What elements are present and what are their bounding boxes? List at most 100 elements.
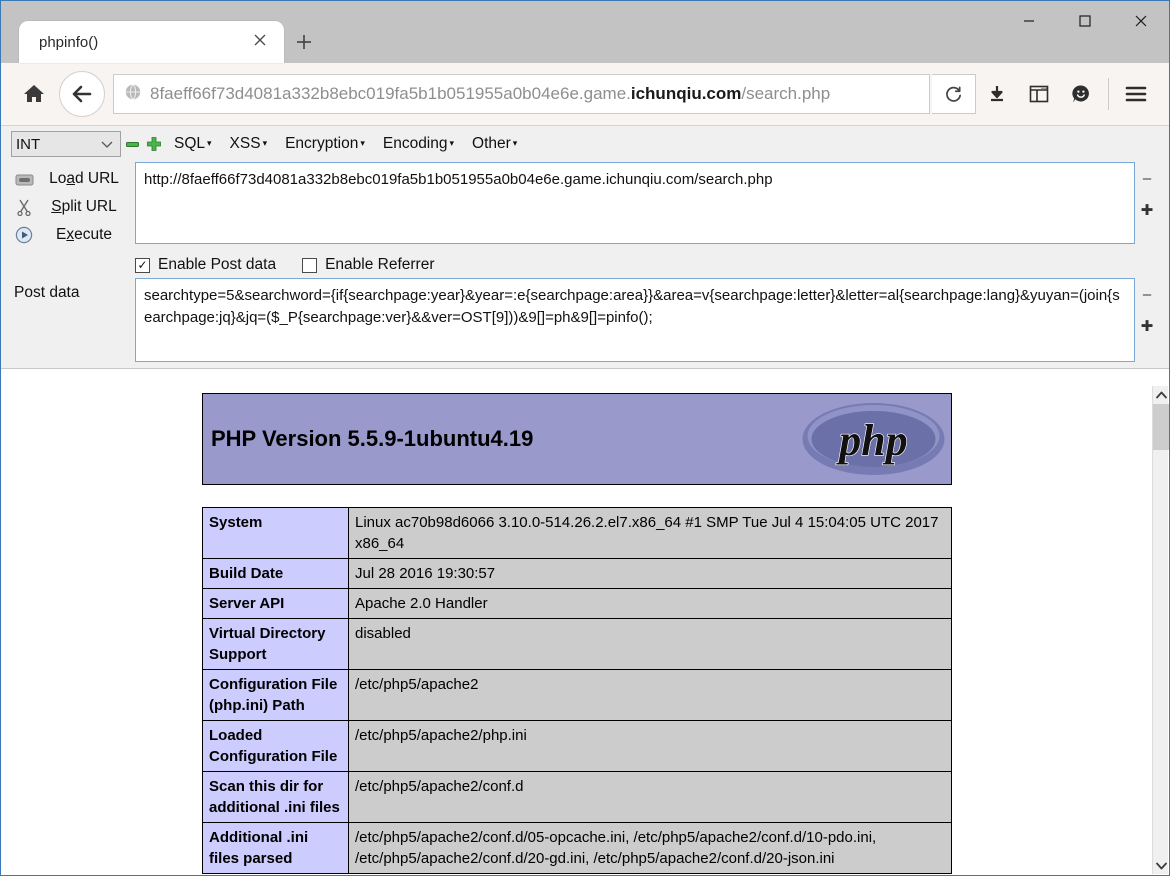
close-icon[interactable]	[250, 32, 270, 52]
menu-xss-label: XSS	[230, 135, 261, 152]
tab-title: phpinfo()	[19, 34, 98, 51]
row-key: System	[203, 508, 349, 559]
menu-encryption-label: Encryption	[285, 135, 358, 152]
scroll-up-icon[interactable]	[1153, 386, 1169, 403]
load-url-icon	[11, 172, 37, 187]
table-row: Additional .ini files parsed /etc/php5/a…	[203, 823, 952, 874]
table-row: Configuration File (php.ini) Path /etc/p…	[203, 670, 952, 721]
remove-tab-button[interactable]	[121, 131, 143, 157]
checkbox-box[interactable]	[302, 258, 317, 273]
post-data-textarea[interactable]: searchtype=5&searchword={if{searchpage:y…	[135, 278, 1135, 362]
post-shrink-button[interactable]: –	[1143, 290, 1151, 300]
chevron-down-icon	[101, 136, 113, 153]
navigation-toolbar: 8faeff66f73d4081a332b8ebc019fa5b1b051955…	[1, 63, 1169, 126]
url-prefix: 8faeff66f73d4081a332b8ebc019fa5b1b051955…	[150, 84, 631, 103]
php-logo-icon: php	[801, 401, 946, 477]
url-path: /search.php	[741, 84, 830, 103]
table-row: Scan this dir for additional .ini files …	[203, 772, 952, 823]
back-arrow-icon[interactable]	[59, 71, 105, 117]
php-logo-text: php	[835, 416, 907, 465]
page-content: PHP Version 5.5.9-1ubuntu4.19 php System…	[2, 386, 1152, 874]
close-window-button[interactable]	[1113, 1, 1169, 41]
row-value: disabled	[349, 619, 952, 670]
row-value: /etc/php5/apache2/php.ini	[349, 721, 952, 772]
url-bar[interactable]: 8faeff66f73d4081a332b8ebc019fa5b1b051955…	[113, 74, 930, 114]
row-value: /etc/php5/apache2	[349, 670, 952, 721]
menu-encoding[interactable]: Encoding▾	[374, 135, 463, 153]
scrollbar-thumb[interactable]	[1153, 404, 1169, 450]
download-icon[interactable]	[976, 73, 1018, 115]
tab-strip: phpinfo()	[1, 1, 324, 63]
scroll-down-icon[interactable]	[1153, 857, 1169, 874]
window-controls	[1001, 1, 1169, 41]
table-row: Build Date Jul 28 2016 19:30:57	[203, 559, 952, 589]
reader-view-icon[interactable]	[1018, 73, 1060, 115]
phpinfo-header: PHP Version 5.5.9-1ubuntu4.19 php	[202, 393, 952, 485]
execute-play-icon	[11, 226, 37, 244]
menu-sql[interactable]: SQL▾	[165, 135, 221, 153]
table-row: Loaded Configuration File /etc/php5/apac…	[203, 721, 952, 772]
hackbar-actions: Load URL Split URL Execute	[11, 162, 135, 249]
caret-down-icon: ▾	[513, 138, 518, 148]
hackbar-menu-row: INT SQL▾ XSS▾ Encryption▾ Encoding▾ Othe…	[1, 126, 1169, 162]
url-grow-button[interactable]: ✚	[1141, 206, 1154, 216]
enable-referrer-checkbox[interactable]: Enable Referrer	[302, 256, 434, 274]
checkbox-box[interactable]: ✓	[135, 258, 150, 273]
smiley-feedback-icon[interactable]	[1060, 73, 1102, 115]
table-row: System Linux ac70b98d6066 3.10.0-514.26.…	[203, 508, 952, 559]
menu-sql-label: SQL	[174, 135, 205, 152]
row-value: Linux ac70b98d6066 3.10.0-514.26.2.el7.x…	[349, 508, 952, 559]
caret-down-icon: ▾	[263, 138, 268, 148]
table-row: Server API Apache 2.0 Handler	[203, 589, 952, 619]
split-url-label: Split URL	[37, 198, 135, 216]
menu-encryption[interactable]: Encryption▾	[276, 135, 374, 153]
url-host: ichunqiu.com	[631, 84, 742, 103]
row-value: Apache 2.0 Handler	[349, 589, 952, 619]
row-key: Configuration File (php.ini) Path	[203, 670, 349, 721]
row-key: Additional .ini files parsed	[203, 823, 349, 874]
execute-button[interactable]: Execute	[11, 221, 135, 249]
type-select-value: INT	[16, 136, 40, 153]
phpinfo-container: PHP Version 5.5.9-1ubuntu4.19 php System…	[202, 393, 952, 874]
row-key: Loaded Configuration File	[203, 721, 349, 772]
row-value: /etc/php5/apache2/conf.d	[349, 772, 952, 823]
row-key: Scan this dir for additional .ini files	[203, 772, 349, 823]
url-shrink-button[interactable]: –	[1143, 174, 1151, 184]
menu-encoding-label: Encoding	[383, 135, 448, 152]
reload-icon[interactable]	[932, 74, 976, 114]
browser-window: phpinfo()	[0, 0, 1170, 876]
new-tab-button[interactable]	[284, 21, 324, 63]
load-url-button[interactable]: Load URL	[11, 165, 135, 193]
menu-other-label: Other	[472, 135, 511, 152]
post-grow-button[interactable]: ✚	[1141, 322, 1154, 332]
execute-label: Execute	[37, 226, 135, 244]
url-resize-controls: – ✚	[1135, 162, 1159, 216]
menu-other[interactable]: Other▾	[463, 135, 526, 153]
hamburger-menu-icon[interactable]	[1115, 73, 1157, 115]
load-url-label: Load URL	[37, 170, 135, 188]
menu-xss[interactable]: XSS▾	[221, 135, 277, 153]
split-url-scissors-icon	[11, 199, 37, 216]
hackbar-post-row: Post data searchtype=5&searchword={if{se…	[1, 278, 1169, 362]
page-scrollbar[interactable]	[1152, 386, 1168, 874]
home-icon[interactable]	[13, 73, 55, 115]
phpinfo-table: System Linux ac70b98d6066 3.10.0-514.26.…	[202, 507, 952, 874]
row-value: /etc/php5/apache2/conf.d/05-opcache.ini,…	[349, 823, 952, 874]
split-url-button[interactable]: Split URL	[11, 193, 135, 221]
add-tab-button[interactable]	[143, 131, 165, 157]
caret-down-icon: ▾	[360, 138, 365, 148]
type-select[interactable]: INT	[11, 131, 121, 157]
enable-post-data-checkbox[interactable]: ✓ Enable Post data	[135, 256, 276, 274]
table-row: Virtual Directory Support disabled	[203, 619, 952, 670]
maximize-button[interactable]	[1057, 1, 1113, 41]
tab-phpinfo[interactable]: phpinfo()	[19, 21, 284, 63]
row-value: Jul 28 2016 19:30:57	[349, 559, 952, 589]
url-text: 8faeff66f73d4081a332b8ebc019fa5b1b051955…	[150, 84, 830, 104]
row-key: Build Date	[203, 559, 349, 589]
minimize-button[interactable]	[1001, 1, 1057, 41]
row-key: Server API	[203, 589, 349, 619]
row-key: Virtual Directory Support	[203, 619, 349, 670]
caret-down-icon: ▾	[450, 138, 455, 148]
url-textarea[interactable]: http://8faeff66f73d4081a332b8ebc019fa5b1…	[135, 162, 1135, 244]
post-data-label: Post data	[11, 278, 135, 302]
